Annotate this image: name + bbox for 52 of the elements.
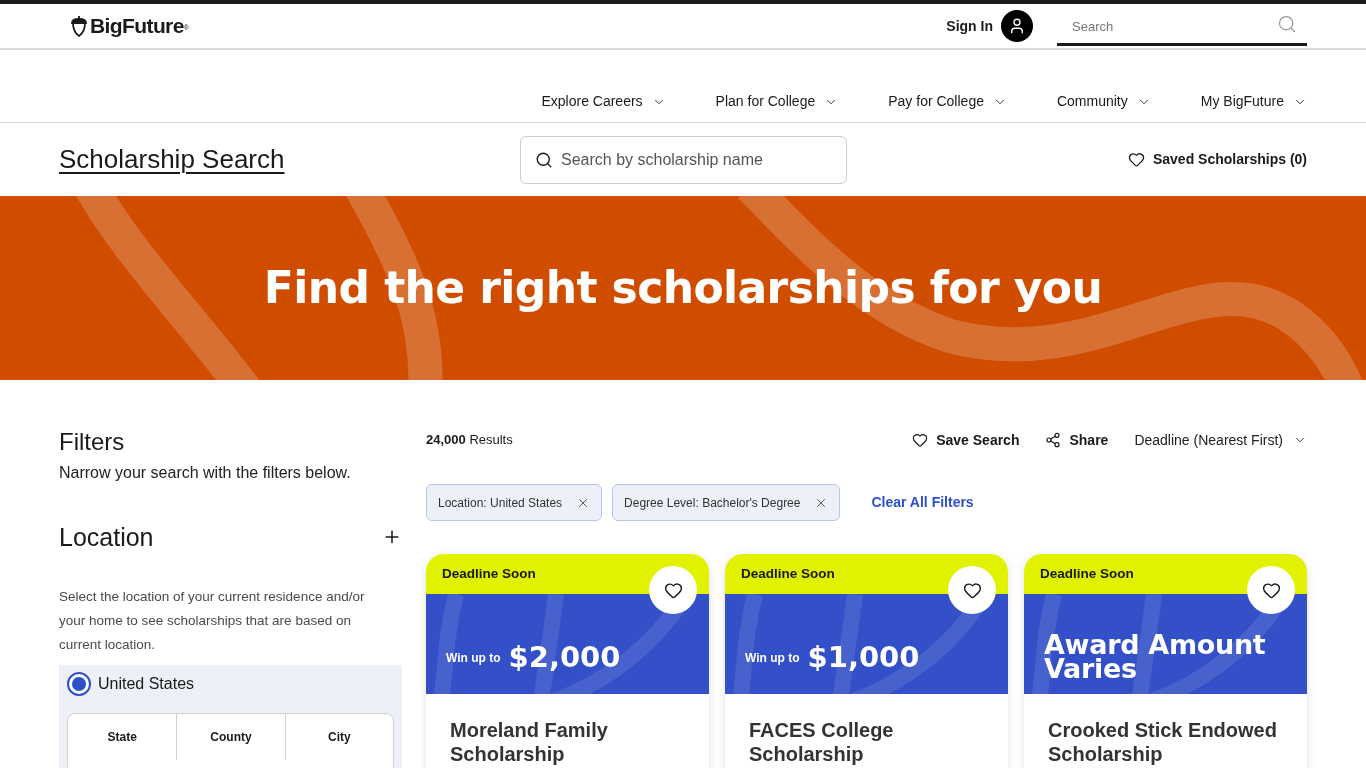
deadline-label: Deadline Soon (1040, 564, 1134, 583)
location-level-option[interactable]: City (284, 714, 393, 760)
nav-menu-item[interactable]: Community (1031, 91, 1176, 112)
bigfuture-logo[interactable]: BigFuture$^{®}$ (70, 10, 189, 42)
saved-scholarships-link[interactable]: Saved Scholarships (0) (1127, 149, 1307, 170)
results-count: 24,000 Results (426, 431, 513, 450)
award-label: Win up to (745, 649, 800, 667)
heart-icon (962, 580, 982, 600)
sign-in-button[interactable]: Sign In (946, 15, 993, 37)
heart-icon (912, 432, 929, 448)
scholarship-card[interactable]: Deadline Soon Win up to $1,000 FACES College Scholarship (725, 554, 1008, 768)
scholarship-title: FACES College Scholarship (749, 718, 895, 766)
hero-heading: Find the right scholarships for you (263, 261, 1103, 315)
filters-subtitle: Narrow your search with the filters below. (59, 463, 352, 483)
heart-icon (1127, 151, 1145, 168)
scholarship-title: Moreland Family Scholarship (450, 718, 609, 766)
nav-menu-item[interactable]: Explore Careers (516, 91, 691, 112)
location-level-option[interactable]: County (176, 714, 285, 760)
search-icon[interactable] (1277, 14, 1297, 34)
page-title-link[interactable]: Scholarship Search (59, 144, 285, 174)
radio-label: United States (98, 674, 195, 694)
filter-description: Select the location of your current residence and/or your home to see scholarships that are based on current location. (59, 588, 366, 654)
scholarship-card[interactable]: Deadline Soon Award Amount Varies Crooked Stick Endowed Scholarship (1024, 554, 1307, 768)
heart-icon (1261, 580, 1281, 600)
filter-section-title: Location (59, 522, 154, 553)
share-action-button[interactable]: Share (1045, 429, 1109, 451)
clear-filters-link[interactable]: Clear All Filters (871, 492, 974, 513)
award-amount: $2,000 (508, 643, 621, 672)
heart-icon (663, 580, 683, 600)
site-search-field[interactable]: Search (1057, 6, 1307, 46)
acorn-logo-icon (70, 15, 88, 37)
sort-dropdown[interactable]: Deadline (Nearest First) (1134, 429, 1307, 451)
scholarship-search-field[interactable]: Search by scholarship name (520, 135, 847, 184)
scholarship-card[interactable]: Deadline Soon Win up to $2,000 Moreland Family Scholarship (426, 554, 709, 768)
chip-label: Degree Level: Bachelor's Degree (624, 494, 801, 512)
chip-label: Location: United States (438, 494, 563, 512)
share-icon (1045, 432, 1062, 448)
deadline-label: Deadline Soon (741, 564, 835, 583)
deadline-label: Deadline Soon (442, 564, 536, 583)
scholarship-title: Crooked Stick Endowed Scholarship (1048, 718, 1278, 766)
nav-menu-item[interactable]: Plan for College (690, 91, 864, 112)
nav-menu-item[interactable]: Pay for College (863, 91, 1032, 112)
user-avatar-icon[interactable] (1001, 10, 1033, 42)
save-action-button[interactable]: Save Search (912, 429, 1020, 451)
radio-button[interactable] (67, 672, 91, 696)
search-icon (535, 150, 553, 169)
location-level-option[interactable]: State (68, 714, 177, 760)
filters-heading: Filters (59, 427, 126, 457)
award-label: Win up to (446, 649, 501, 667)
nav-menu-item[interactable]: My BigFuture (1175, 91, 1332, 112)
award-amount: $1,000 (807, 643, 920, 672)
award-amount: Award Amount Varies (1044, 633, 1267, 681)
